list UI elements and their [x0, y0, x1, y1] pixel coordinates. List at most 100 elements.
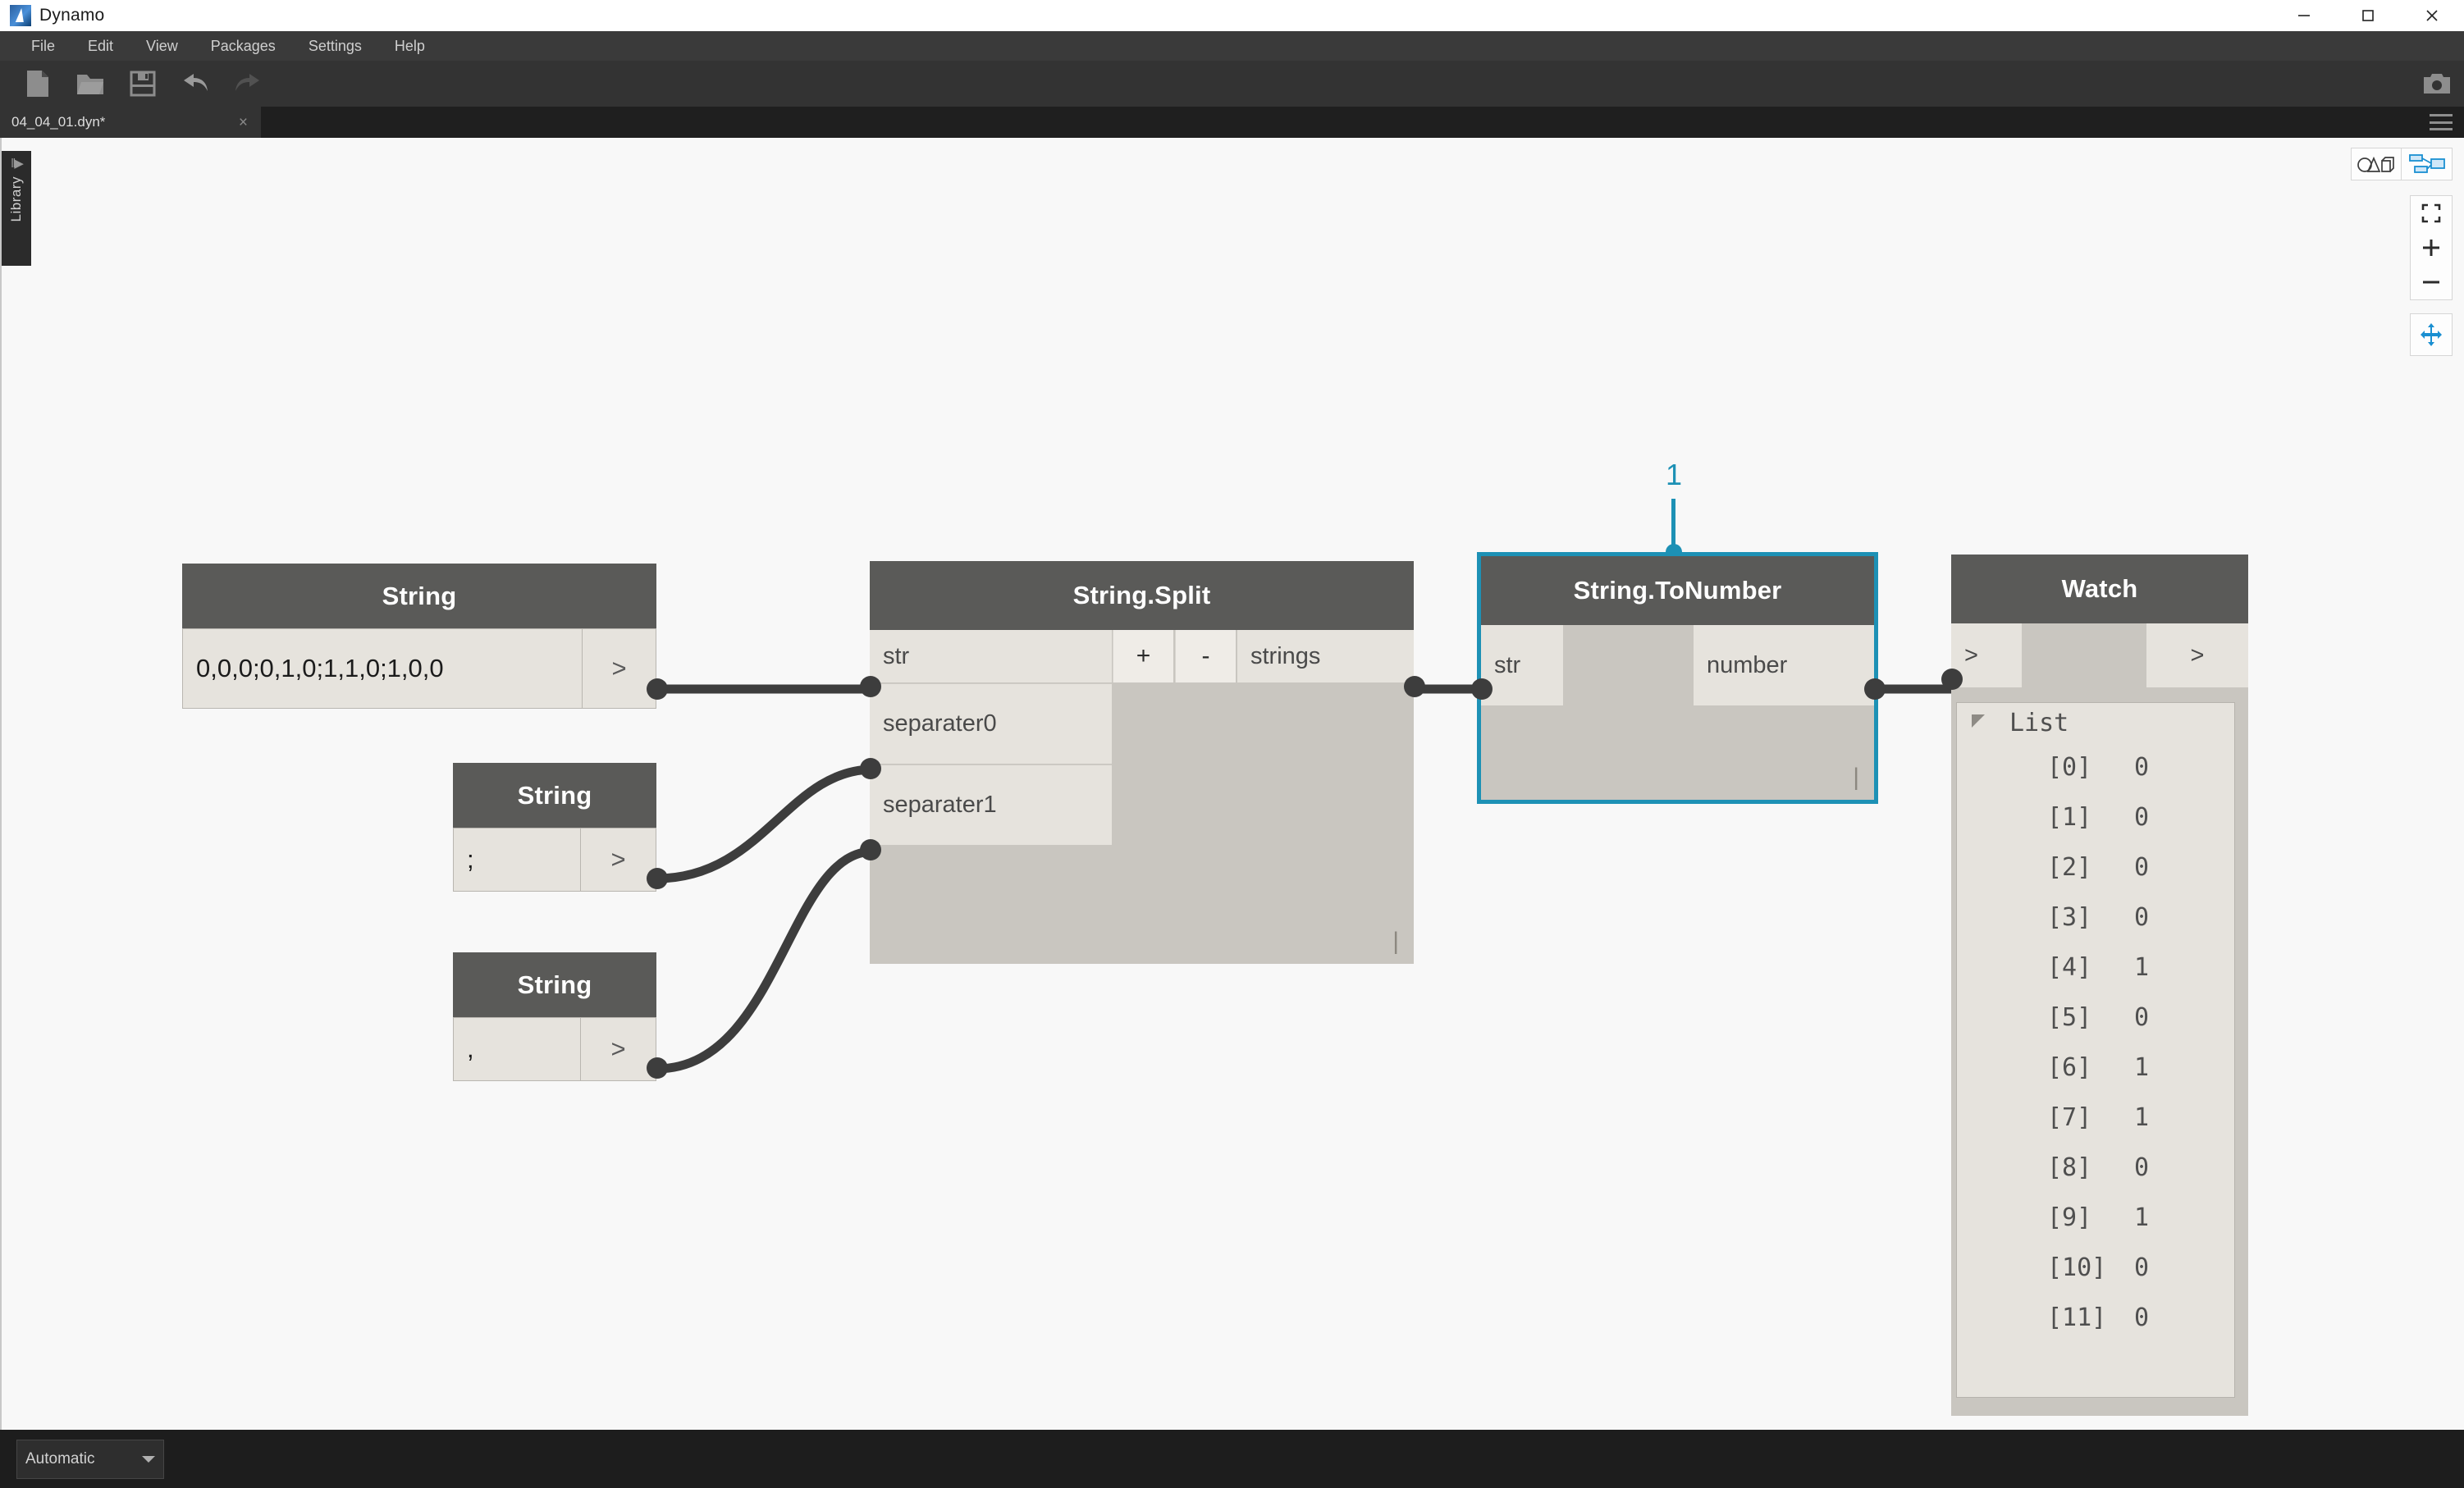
view-mode-toggle-group — [2351, 148, 2453, 180]
watch-list-item: [0] 0 — [1957, 742, 2234, 792]
tab-active-document[interactable]: 04_04_01.dyn* × — [0, 107, 261, 138]
new-file-icon[interactable] — [15, 64, 61, 103]
node-title: String.Split — [870, 561, 1414, 630]
string-value-input[interactable]: 0,0,0;0,1,0;1,1,0;1,0,0 — [182, 628, 582, 709]
watch-item-index: [9] — [2047, 1203, 2092, 1232]
watch-item-value: 0 — [2134, 803, 2150, 832]
chevron-down-icon[interactable] — [142, 1455, 155, 1463]
input-port-dot-separater0[interactable] — [860, 758, 881, 779]
close-icon[interactable] — [2400, 0, 2464, 31]
output-port-dot[interactable] — [647, 1057, 668, 1079]
input-port-str[interactable]: str — [870, 630, 1112, 682]
string-output-port[interactable]: > — [580, 828, 656, 892]
node-title: String — [453, 952, 656, 1017]
node-string-input-main[interactable]: String 0,0,0;0,1,0;1,1,0;1,0,0 > — [182, 564, 668, 728]
library-panel-collapsed[interactable]: ‖▶ Library — [2, 151, 31, 266]
collapse-triangle-icon[interactable] — [1972, 714, 1985, 728]
output-port-number[interactable]: number — [1694, 625, 1874, 705]
watch-item-value: 1 — [2134, 953, 2150, 982]
geometry-view-icon[interactable] — [2351, 148, 2402, 180]
zoom-out-button[interactable] — [2410, 265, 2453, 299]
canvas-left-edge — [0, 138, 2, 1430]
node-resize-caret[interactable]: | — [1392, 929, 1399, 954]
watch-item-value: 0 — [2134, 1153, 2150, 1182]
watch-result-panel[interactable]: List [0] 0 [1] 0 [2] 0 [3] 0 [4] 1 [5] 0 [6] 1 [7] 1 [8]… — [1956, 702, 2235, 1398]
redo-icon[interactable] — [225, 64, 271, 103]
pan-icon[interactable] — [2410, 313, 2453, 356]
status-bar: Automatic — [0, 1430, 2464, 1488]
graph-canvas[interactable]: ‖▶ Library String 0,0,0;0,1,0;1,1,0;1,0,… — [0, 138, 2464, 1430]
library-label: Library — [8, 176, 24, 222]
watch-item-index: [11] — [2047, 1303, 2107, 1332]
zoom-to-fit-icon[interactable] — [2410, 196, 2453, 231]
menu-item-packages[interactable]: Packages — [194, 34, 292, 58]
watch-item-index: [5] — [2047, 1003, 2092, 1032]
menu-item-file[interactable]: File — [15, 34, 71, 58]
run-mode-label: Automatic — [25, 1449, 95, 1467]
remove-input-port-button[interactable]: - — [1175, 630, 1236, 682]
watch-list-root[interactable]: List — [1957, 703, 2234, 742]
menu-item-help[interactable]: Help — [378, 34, 441, 58]
output-port-strings[interactable]: strings — [1237, 630, 1414, 682]
hamburger-menu-icon[interactable] — [2430, 114, 2453, 130]
menu-item-view[interactable]: View — [130, 34, 194, 58]
menu-item-edit[interactable]: Edit — [71, 34, 130, 58]
open-file-icon[interactable] — [67, 64, 113, 103]
window-controls — [2272, 0, 2464, 31]
node-watch[interactable]: Watch > > List [0] 0 [1] 0 [2] 0 [3] 0 [4] 1 [5] 0[… — [1941, 555, 2248, 1416]
watch-list-item: [1] 0 — [1957, 792, 2234, 842]
watch-item-value: 0 — [2134, 753, 2150, 782]
watch-item-value: 0 — [2134, 1253, 2150, 1282]
string-value-input[interactable]: , — [453, 1017, 580, 1081]
run-mode-dropdown[interactable]: Automatic — [16, 1439, 164, 1479]
undo-icon[interactable] — [172, 64, 218, 103]
watch-item-index: [2] — [2047, 853, 2092, 882]
zoom-controls — [2410, 195, 2453, 300]
input-port-dot-watch[interactable] — [1941, 669, 1963, 690]
zoom-in-button[interactable] — [2410, 231, 2453, 265]
output-port-dot[interactable] — [647, 678, 668, 700]
watch-item-index: [0] — [2047, 753, 2092, 782]
output-port-dot-number[interactable] — [1864, 678, 1886, 700]
minimize-icon[interactable] — [2272, 0, 2336, 31]
string-output-port[interactable]: > — [582, 628, 656, 709]
input-port-dot-str[interactable] — [860, 676, 881, 697]
window-title: Dynamo — [39, 6, 105, 25]
selection-order-number: 1 — [1665, 458, 1683, 491]
input-port-separater1[interactable]: separater1 — [870, 765, 1112, 845]
node-resize-caret[interactable]: | — [1853, 765, 1859, 790]
string-output-port[interactable]: > — [580, 1017, 656, 1081]
expand-arrow-icon[interactable]: ‖▶ — [11, 157, 24, 170]
graph-view-icon[interactable] — [2402, 148, 2453, 180]
maximize-icon[interactable] — [2336, 0, 2400, 31]
dynamo-logo-icon — [10, 5, 31, 26]
camera-icon[interactable] — [2410, 61, 2464, 107]
node-string-split[interactable]: String.Split str separater0 separater1 +… — [860, 561, 1425, 964]
input-port-dot-str[interactable] — [1471, 678, 1493, 700]
string-value-input[interactable]: ; — [453, 828, 580, 892]
watch-item-value: 0 — [2134, 1003, 2150, 1032]
input-port-separater0[interactable]: separater0 — [870, 683, 1112, 764]
title-bar: Dynamo — [0, 0, 2464, 31]
watch-list-item: [8] 0 — [1957, 1143, 2234, 1193]
watch-item-value: 1 — [2134, 1053, 2150, 1082]
node-string-input-semicolon[interactable]: String ; > — [453, 763, 668, 902]
save-file-icon[interactable] — [120, 64, 166, 103]
node-string-tonumber[interactable]: String.ToNumber str number | — [1471, 556, 1886, 800]
watch-list-item: [11] 0 — [1957, 1293, 2234, 1343]
output-port-watch[interactable]: > — [2146, 623, 2248, 687]
tab-close-icon[interactable]: × — [239, 115, 248, 130]
output-port-dot-strings[interactable] — [1404, 676, 1425, 697]
watch-item-value: 1 — [2134, 1103, 2150, 1132]
output-port-dot[interactable] — [647, 868, 668, 889]
add-input-port-button[interactable]: + — [1113, 630, 1173, 682]
watch-item-value: 1 — [2134, 1203, 2150, 1232]
menu-item-settings[interactable]: Settings — [292, 34, 378, 58]
input-port-dot-separater1[interactable] — [860, 839, 881, 860]
node-title: String — [182, 564, 656, 628]
input-port-str[interactable]: str — [1481, 625, 1563, 705]
node-string-input-comma[interactable]: String , > — [453, 952, 668, 1092]
tab-bar: 04_04_01.dyn* × — [0, 107, 2464, 138]
node-body: > > List [0] 0 [1] 0 [2] 0 [3] 0 [4] 1 [5] 0 [6] 1 [7]… — [1951, 623, 2248, 1416]
watch-item-index: [10] — [2047, 1253, 2107, 1282]
